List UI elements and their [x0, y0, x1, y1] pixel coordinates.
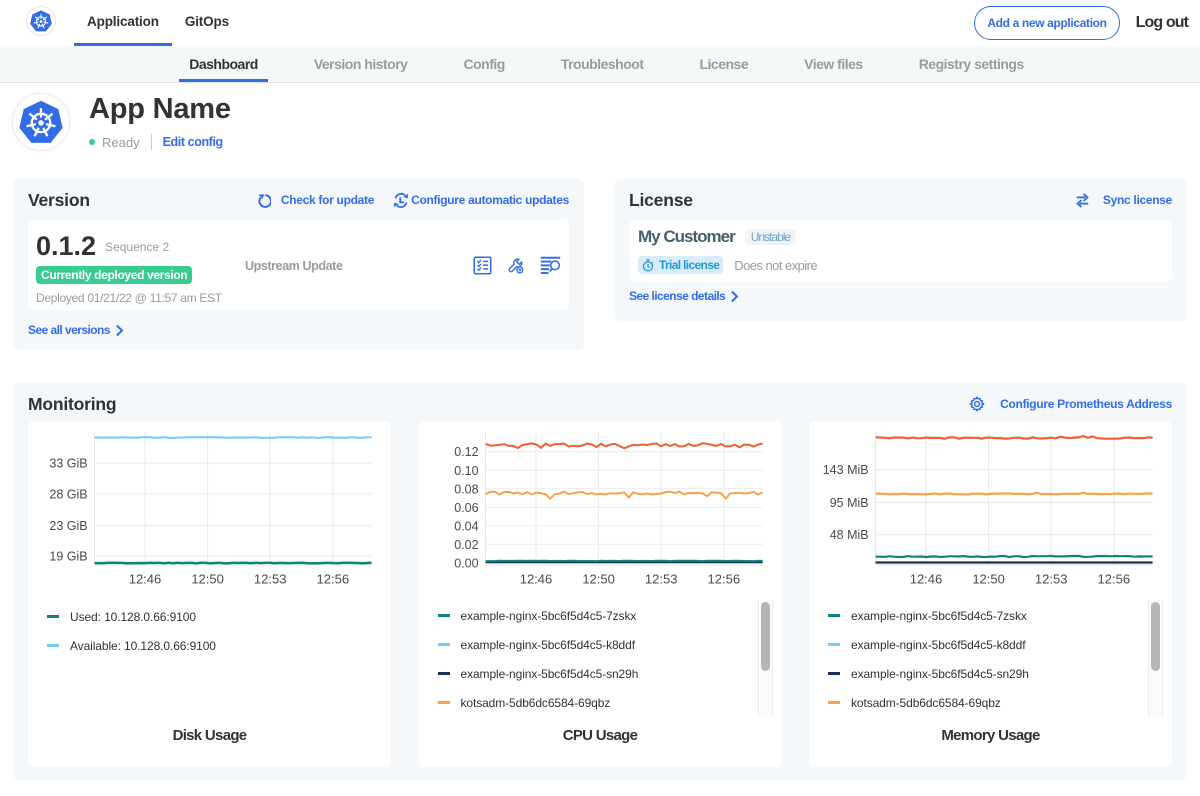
svg-text:12:56: 12:56: [317, 572, 350, 587]
svg-text:143 MiB: 143 MiB: [823, 463, 869, 477]
svg-text:0.06: 0.06: [454, 501, 478, 515]
svg-text:12:46: 12:46: [519, 572, 552, 587]
svg-text:95 MiB: 95 MiB: [830, 496, 869, 510]
svg-text:12:50: 12:50: [191, 572, 224, 587]
svg-text:23 GiB: 23 GiB: [49, 519, 87, 533]
svg-text:0.08: 0.08: [454, 482, 478, 496]
svg-text:12:50: 12:50: [972, 572, 1005, 587]
svg-text:48 MiB: 48 MiB: [830, 528, 869, 542]
svg-text:12:53: 12:53: [644, 572, 677, 587]
svg-text:12:56: 12:56: [1098, 572, 1131, 587]
svg-text:12:46: 12:46: [129, 572, 162, 587]
svg-text:0.00: 0.00: [454, 556, 478, 570]
svg-text:12:56: 12:56: [707, 572, 740, 587]
svg-text:0.12: 0.12: [454, 445, 478, 459]
svg-text:33 GiB: 33 GiB: [49, 457, 87, 471]
svg-text:12:46: 12:46: [910, 572, 943, 587]
svg-text:12:53: 12:53: [254, 572, 287, 587]
svg-text:0.02: 0.02: [454, 538, 478, 552]
svg-text:12:53: 12:53: [1035, 572, 1068, 587]
svg-text:28 GiB: 28 GiB: [49, 488, 87, 502]
svg-text:0.04: 0.04: [454, 519, 478, 533]
svg-text:12:50: 12:50: [582, 572, 615, 587]
svg-text:19 GiB: 19 GiB: [49, 550, 87, 564]
svg-text:0.10: 0.10: [454, 464, 478, 478]
